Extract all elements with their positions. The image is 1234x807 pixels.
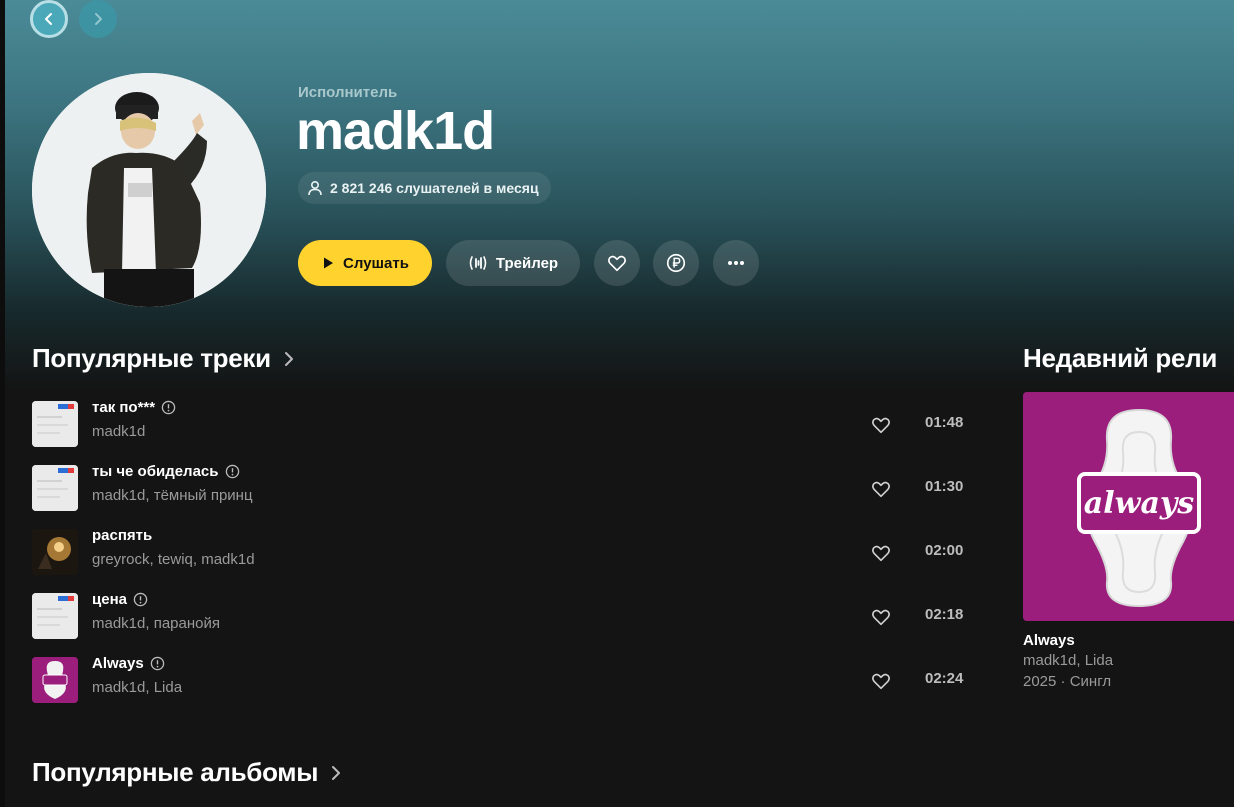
artist-avatar — [32, 73, 266, 307]
track-artists[interactable]: madk1d, Lida — [92, 679, 182, 696]
heart-icon[interactable] — [870, 670, 892, 692]
chevron-left-icon — [45, 13, 52, 25]
track-duration: 02:00 — [925, 542, 964, 559]
track-cover — [32, 465, 78, 511]
track-artists[interactable]: madk1d, паранойя — [92, 615, 220, 632]
track-title-text: ты че обиделась — [92, 463, 219, 480]
popular-albums-title: Популярные альбомы — [32, 757, 319, 787]
always-cover-art: always — [1023, 392, 1234, 621]
track-duration: 01:30 — [925, 478, 964, 495]
heart-icon — [608, 255, 626, 272]
artist-type-label: Исполнитель — [298, 84, 398, 101]
track-title[interactable]: ты че обиделась — [92, 463, 240, 480]
svg-text:always: always — [1084, 486, 1195, 521]
popular-tracks-title: Популярные треки — [32, 343, 271, 373]
track-duration: 02:24 — [925, 670, 964, 687]
track-title[interactable]: Always — [92, 655, 165, 672]
track-artists[interactable]: madk1d, тёмный принц — [92, 487, 253, 504]
release-title[interactable]: Always — [1023, 632, 1075, 649]
track-row[interactable]: так по*** madk1d 01:48 — [32, 397, 972, 453]
explicit-info-icon — [225, 464, 239, 479]
donate-button[interactable] — [653, 240, 699, 286]
more-button[interactable] — [713, 240, 759, 286]
track-duration: 01:48 — [925, 414, 964, 431]
artist-name: madk1d — [296, 101, 495, 161]
artist-page: Исполнитель madk1d 2 821 246 слушателей … — [0, 0, 1234, 807]
explicit-info-icon — [161, 400, 176, 415]
recent-release-header[interactable]: Недавний рели — [1023, 343, 1217, 374]
play-icon — [324, 257, 334, 269]
play-label: Слушать — [343, 254, 409, 272]
forward-button[interactable] — [79, 0, 117, 38]
listeners-count: 2 821 246 слушателей в месяц — [330, 180, 539, 196]
heart-icon[interactable] — [870, 414, 892, 436]
explicit-info-icon — [133, 592, 148, 607]
track-duration: 02:18 — [925, 606, 964, 623]
artist-hero: Исполнитель madk1d 2 821 246 слушателей … — [0, 0, 1234, 390]
ruble-icon — [666, 253, 686, 273]
track-title-text: Always — [92, 655, 144, 672]
track-cover — [32, 401, 78, 447]
popular-tracks-header[interactable]: Популярные треки — [32, 343, 295, 374]
track-title[interactable]: цена — [92, 591, 148, 608]
play-button[interactable]: Слушать — [298, 240, 432, 286]
user-icon — [308, 180, 322, 196]
track-row[interactable]: цена madk1d, паранойя 02:18 — [32, 589, 972, 645]
popular-albums-header[interactable]: Популярные альбомы — [32, 757, 342, 788]
chevron-right-icon — [332, 765, 341, 780]
track-title[interactable]: распять — [92, 527, 152, 544]
release-artists[interactable]: madk1d, Lida — [1023, 652, 1113, 669]
track-row[interactable]: Always madk1d, Lida 02:24 — [32, 653, 972, 709]
track-title[interactable]: так по*** — [92, 399, 176, 416]
heart-icon[interactable] — [870, 478, 892, 500]
track-cover — [32, 593, 78, 639]
explicit-info-icon — [150, 656, 164, 671]
back-button[interactable] — [30, 0, 68, 38]
track-cover — [32, 657, 78, 703]
trailer-label: Трейлер — [495, 254, 559, 272]
trailer-button[interactable]: Трейлер — [446, 240, 580, 286]
track-title-text: цена — [92, 591, 127, 608]
listeners-badge: 2 821 246 слушателей в месяц — [298, 172, 551, 204]
track-row[interactable]: распять greyrock, tewiq, madk1d 02:00 — [32, 525, 972, 581]
track-row[interactable]: ты че обиделась madk1d, тёмный принц 01:… — [32, 461, 972, 517]
track-cover — [32, 529, 78, 575]
track-title-text: распять — [92, 527, 153, 544]
track-artists[interactable]: madk1d — [92, 423, 145, 440]
heart-icon[interactable] — [870, 542, 892, 564]
track-title-text: так по*** — [92, 399, 156, 416]
heart-icon[interactable] — [870, 606, 892, 628]
like-artist-button[interactable] — [594, 240, 640, 286]
recent-release-title: Недавний рели — [1023, 343, 1218, 373]
artist-photo — [32, 73, 266, 307]
track-artists[interactable]: greyrock, tewiq, madk1d — [92, 551, 255, 568]
chevron-right-icon — [95, 13, 102, 25]
window-edge — [0, 0, 5, 807]
waveform-icon — [469, 256, 487, 270]
chevron-right-icon — [284, 351, 293, 366]
more-icon — [728, 261, 744, 265]
release-meta: 2025 · Сингл — [1023, 673, 1112, 690]
release-cover[interactable]: always — [1023, 392, 1234, 621]
